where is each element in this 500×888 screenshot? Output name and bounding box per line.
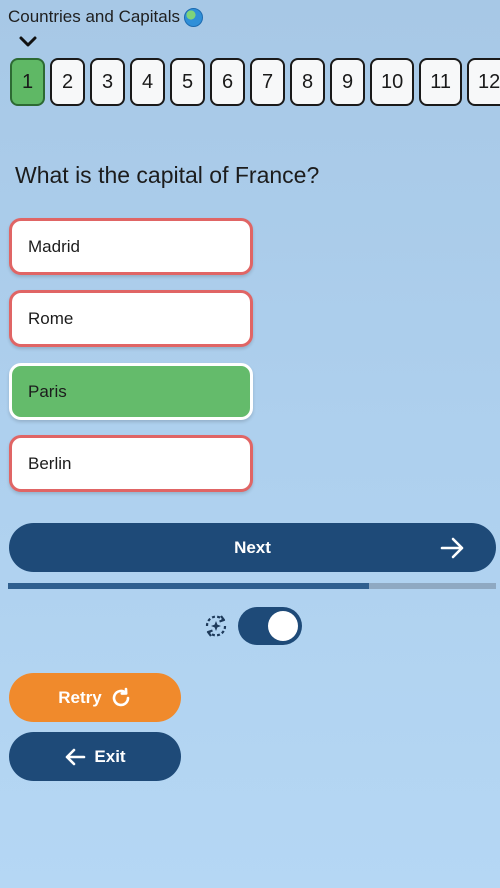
question-number-button[interactable]: 8 [290, 58, 325, 106]
answer-label: Paris [28, 381, 67, 401]
arrow-right-icon [440, 537, 464, 559]
progress-bar [8, 583, 496, 589]
toggle-knob [268, 611, 298, 641]
question-number-button[interactable]: 4 [130, 58, 165, 106]
question-number-button[interactable]: 5 [170, 58, 205, 106]
refresh-icon [112, 687, 130, 706]
question-number-button[interactable]: 12 [467, 58, 500, 106]
question-number-button[interactable]: 3 [90, 58, 125, 106]
app-title: Countries and Capitals [8, 7, 203, 27]
question-number-button[interactable]: 6 [210, 58, 245, 106]
answer-option-madrid[interactable]: Madrid [9, 218, 253, 275]
question-number-button[interactable]: 11 [419, 58, 463, 106]
retry-button-label: Retry [58, 687, 102, 707]
next-button-label: Next [234, 537, 271, 557]
globe-icon [183, 7, 203, 27]
exit-button-label: Exit [94, 746, 126, 766]
chevron-down-icon[interactable] [18, 34, 38, 50]
progress-bar-fill [8, 583, 370, 589]
auto-advance-icon [205, 615, 227, 637]
answer-option-paris[interactable]: Paris [9, 363, 253, 420]
next-button[interactable]: Next [9, 523, 496, 572]
answer-option-rome[interactable]: Rome [9, 290, 253, 347]
question-number-button[interactable]: 2 [50, 58, 85, 106]
auto-advance-toggle[interactable] [238, 607, 302, 645]
retry-button[interactable]: Retry [9, 673, 181, 722]
question-number-button[interactable]: 9 [330, 58, 365, 106]
answer-label: Rome [28, 308, 74, 328]
question-number-button[interactable]: 7 [250, 58, 285, 106]
app-title-text: Countries and Capitals [8, 7, 180, 26]
question-text: What is the capital of France? [15, 162, 320, 188]
exit-button[interactable]: Exit [9, 732, 181, 781]
answer-label: Madrid [28, 236, 80, 256]
question-number-button[interactable]: 1 [10, 58, 45, 106]
question-navigator: 1 2 3 4 5 6 7 8 9 10 11 12 [10, 58, 500, 108]
answer-option-berlin[interactable]: Berlin [9, 435, 253, 492]
question-number-button[interactable]: 10 [370, 58, 415, 106]
arrow-left-icon [66, 748, 86, 765]
answer-label: Berlin [28, 453, 72, 473]
